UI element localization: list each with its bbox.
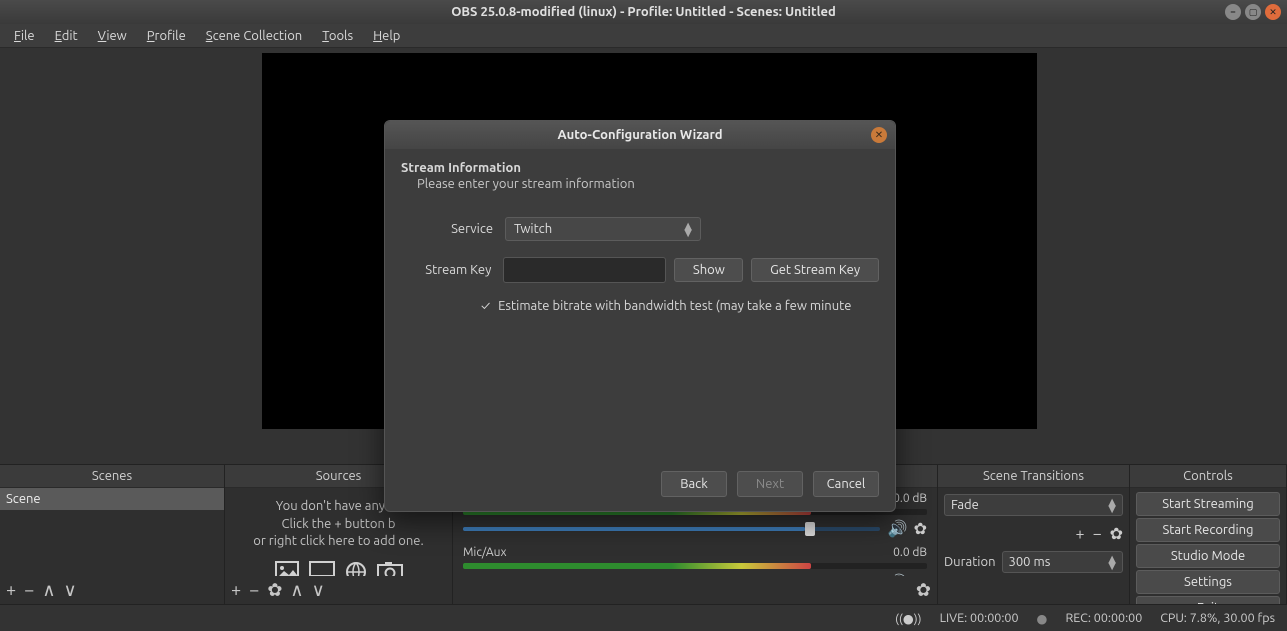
start-streaming-button[interactable]: Start Streaming [1136,492,1280,516]
audio-meter [463,563,927,569]
sources-up-button[interactable]: ∧ [290,580,303,601]
duration-input[interactable]: 300 ms ▲▼ [1002,551,1124,573]
gear-icon[interactable]: ✿ [914,573,927,576]
record-dot-icon: ● [1037,611,1048,626]
window-maximize-button[interactable]: ▢ [1245,4,1261,20]
scenes-down-button[interactable]: ∨ [64,580,77,601]
sources-remove-button[interactable]: − [249,580,259,600]
menu-tools[interactable]: Tools [312,26,363,46]
mixer-track-db: 0.0 dB [893,492,927,505]
window-minimize-button[interactable]: – [1225,4,1241,20]
cancel-button[interactable]: Cancel [813,471,879,497]
get-stream-key-button[interactable]: Get Stream Key [751,258,879,282]
mixer-settings-button[interactable]: ✿ [916,580,931,601]
service-label: Service [401,222,505,236]
back-button[interactable]: Back [661,471,727,497]
next-button: Next [737,471,803,497]
mixer-track-mic: Mic/Aux 0.0 dB 🔊 ✿ [453,542,937,576]
globe-icon [345,561,367,576]
panel-controls: Controls Start Streaming Start Recording… [1130,465,1287,604]
estimate-checkbox[interactable]: ✓ [481,299,490,313]
dialog-close-button[interactable]: ✕ [871,127,887,143]
status-rec: REC: 00:00:00 [1065,611,1142,625]
settings-button[interactable]: Settings [1136,570,1280,594]
broadcast-icon: ((●)) [895,611,922,626]
volume-slider[interactable] [463,527,880,531]
mixer-track-db: 0.0 dB [893,546,927,559]
window-titlebar: OBS 25.0.8-modified (linux) - Profile: U… [0,0,1287,24]
transition-settings-button[interactable]: ✿ [1110,524,1123,543]
updown-icon: ▲▼ [684,222,692,236]
panel-controls-header: Controls [1130,465,1286,488]
exit-button[interactable]: Exit [1136,596,1280,604]
stream-key-label: Stream Key [401,263,503,277]
speaker-icon[interactable]: 🔊 [888,519,908,538]
menu-view[interactable]: View [88,26,137,46]
speaker-icon[interactable]: 🔊 [888,573,908,576]
window-close-button[interactable]: ✕ [1265,4,1281,20]
auto-config-dialog: Auto-Configuration Wizard ✕ Stream Infor… [384,120,896,512]
updown-icon: ▲▼ [1108,498,1116,512]
panel-transitions-header: Scene Transitions [938,465,1129,488]
duration-label: Duration [944,555,996,569]
sources-settings-button[interactable]: ✿ [267,580,282,601]
start-recording-button[interactable]: Start Recording [1136,518,1280,542]
status-cpu: CPU: 7.8%, 30.00 fps [1160,611,1275,625]
panel-transitions: Scene Transitions Fade ▲▼ + − ✿ Duration… [938,465,1130,604]
sources-add-button[interactable]: + [231,580,241,600]
studio-mode-button[interactable]: Studio Mode [1136,544,1280,568]
menu-edit[interactable]: Edit [45,26,88,46]
menu-help[interactable]: Help [363,26,410,46]
menu-file[interactable]: File [4,26,45,46]
transition-remove-button[interactable]: − [1093,525,1102,543]
dialog-title: Auto-Configuration Wizard [557,128,722,142]
camera-icon [377,561,403,576]
gear-icon[interactable]: ✿ [914,519,927,538]
stream-key-input[interactable] [503,257,666,283]
section-subtitle: Please enter your stream information [417,177,879,191]
estimate-label: Estimate bitrate with bandwidth test (ma… [498,299,851,313]
menu-profile[interactable]: Profile [137,26,196,46]
scenes-add-button[interactable]: + [6,580,16,600]
panel-scenes-header: Scenes [0,465,224,488]
menubar: File Edit View Profile Scene Collection … [0,24,1287,48]
updown-icon: ▲▼ [1108,555,1116,569]
scenes-up-button[interactable]: ∧ [42,580,55,601]
scenes-remove-button[interactable]: − [24,580,34,600]
sources-down-button[interactable]: ∨ [312,580,325,601]
window-title: OBS 25.0.8-modified (linux) - Profile: U… [451,5,836,19]
mixer-track-name: Mic/Aux [463,546,507,559]
menu-scene-collection[interactable]: Scene Collection [196,26,312,46]
statusbar: ((●)) LIVE: 00:00:00 ● REC: 00:00:00 CPU… [0,604,1287,631]
display-icon [309,561,335,576]
service-select[interactable]: Twitch ▲▼ [505,217,701,241]
show-button[interactable]: Show [674,258,743,282]
section-title: Stream Information [401,161,879,175]
panel-scenes: Scenes Scene + − ∧ ∨ [0,465,225,604]
transition-select[interactable]: Fade ▲▼ [944,494,1123,516]
scene-item[interactable]: Scene [0,488,224,510]
dialog-titlebar: Auto-Configuration Wizard ✕ [385,121,895,149]
transition-add-button[interactable]: + [1076,525,1085,543]
status-live: LIVE: 00:00:00 [940,611,1019,625]
image-icon [275,561,299,576]
